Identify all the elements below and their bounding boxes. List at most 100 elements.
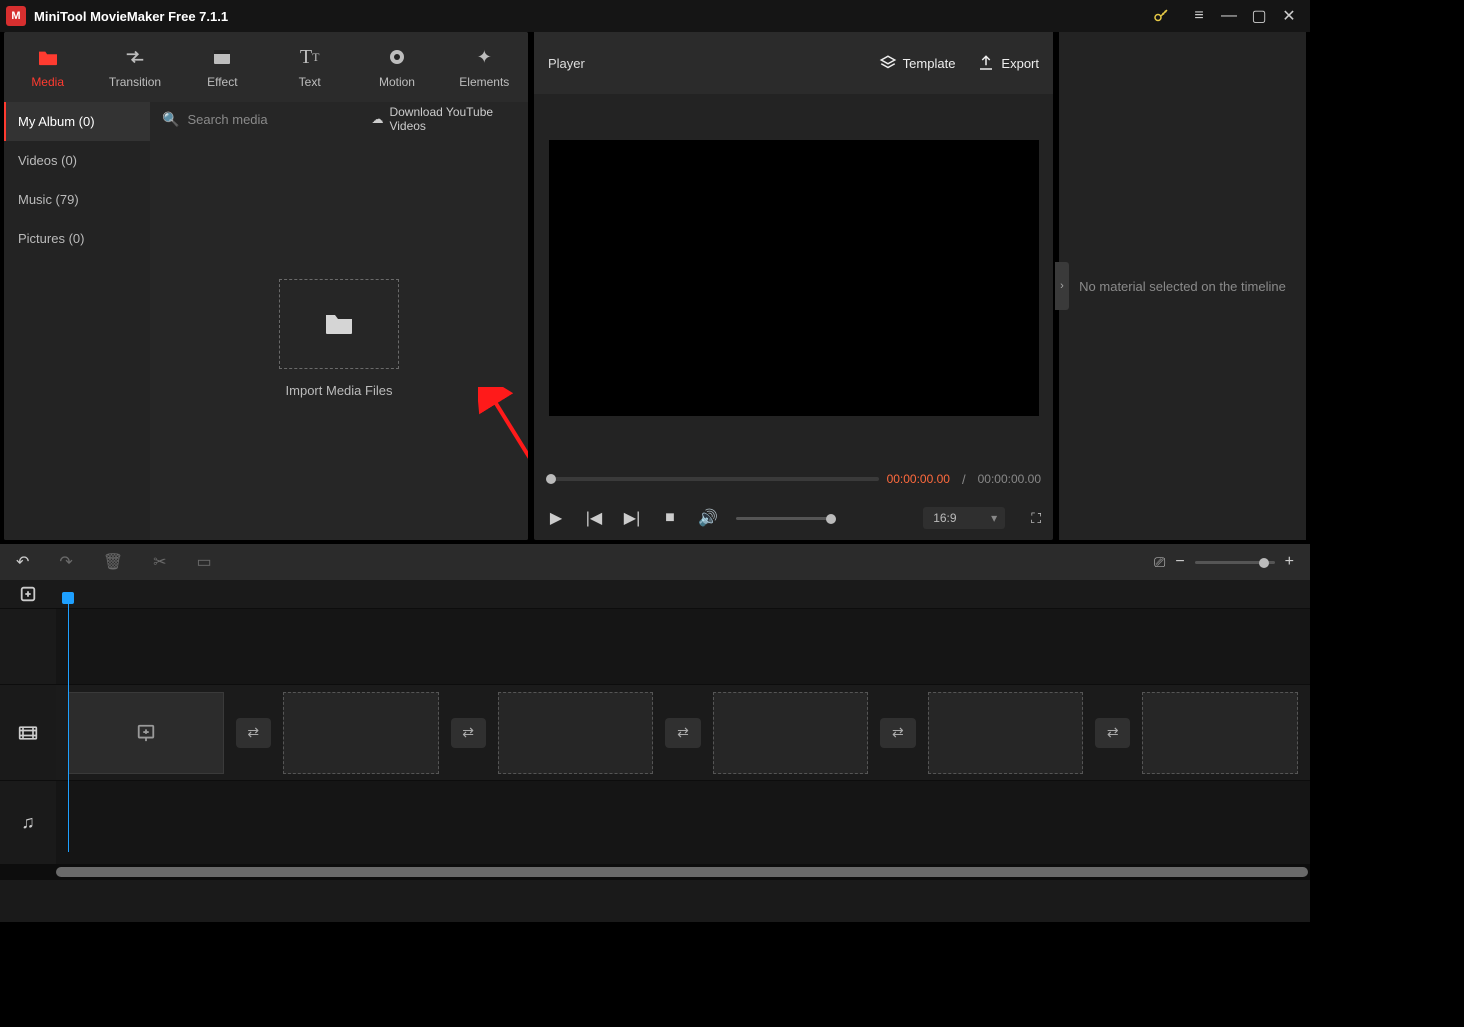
zoom-in-button[interactable]: + (1285, 553, 1294, 571)
insert-clip-icon (135, 723, 157, 743)
clip-slot[interactable] (713, 692, 869, 774)
minimize-button[interactable]: — (1214, 7, 1244, 25)
transition-slot[interactable]: ⇄ (1095, 718, 1130, 748)
crop-button[interactable]: ▭ (197, 552, 212, 572)
folder-icon (324, 312, 354, 336)
tab-effect-label: Effect (207, 75, 237, 89)
tab-effect[interactable]: Effect (179, 32, 266, 102)
properties-panel: › No material selected on the timeline (1059, 32, 1306, 540)
undo-button[interactable]: ↶ (16, 552, 29, 572)
transition-slot[interactable]: ⇄ (236, 718, 271, 748)
collapse-properties-button[interactable]: › (1055, 262, 1069, 310)
search-input[interactable] (187, 112, 363, 127)
delete-button[interactable]: 🗑 (103, 552, 123, 572)
titlebar: M MiniTool MovieMaker Free 7.1.1 ≡ — ▢ ✕ (0, 0, 1310, 32)
next-frame-button[interactable]: ▶| (622, 508, 642, 528)
search-icon: 🔍 (162, 111, 179, 128)
scrollbar-thumb[interactable] (56, 867, 1308, 877)
player-panel: Player Template Export 00:00:00.00 (534, 32, 1053, 540)
import-media-dropzone[interactable] (279, 279, 399, 369)
export-label: Export (1001, 56, 1039, 71)
player-scrubber: 00:00:00.00 / 00:00:00.00 (534, 462, 1053, 496)
media-area: 🔍 ☁ Download YouTube Videos (150, 102, 528, 540)
zoom-handle[interactable] (1259, 558, 1269, 568)
fullscreen-button[interactable]: ⛶ (1031, 510, 1041, 527)
zoom-out-button[interactable]: − (1175, 553, 1184, 571)
media-panel: Media Transition Effect TT Text Motion (4, 32, 528, 540)
timeline-ruler[interactable] (56, 580, 1310, 608)
tab-transition[interactable]: Transition (91, 32, 178, 102)
video-track: ⇄ ⇄ ⇄ ⇄ ⇄ (0, 684, 1310, 780)
time-current: 00:00:00.00 (887, 472, 950, 486)
prev-frame-button[interactable]: |◀ (584, 508, 604, 528)
text-icon: TT (300, 45, 320, 69)
zoom-fit-button[interactable]: ⎚ (1154, 554, 1165, 571)
maximize-button[interactable]: ▢ (1244, 6, 1274, 26)
sidebar-item-pictures[interactable]: Pictures (0) (4, 219, 150, 258)
clip-slot[interactable] (68, 692, 224, 774)
export-icon (977, 54, 995, 72)
player-header: Player Template Export (534, 32, 1053, 94)
timeline-toolbar: ↶ ↷ 🗑 ✂ ▭ ⎚ − + (0, 544, 1310, 580)
close-button[interactable]: ✕ (1274, 6, 1304, 26)
player-title: Player (548, 56, 585, 71)
download-youtube-label: Download YouTube Videos (389, 105, 516, 133)
template-label: Template (903, 56, 956, 71)
video-track-icon (0, 685, 56, 780)
split-button[interactable]: ✂ (153, 552, 166, 572)
clip-slot[interactable] (498, 692, 654, 774)
tab-text[interactable]: TT Text (266, 32, 353, 102)
clip-slot[interactable] (1142, 692, 1298, 774)
upgrade-key-icon[interactable] (1152, 7, 1170, 25)
audio-track-icon: ♫ (0, 781, 56, 864)
import-media-label: Import Media Files (286, 383, 393, 398)
aspect-ratio-select[interactable]: 16:9 (923, 507, 1005, 529)
scrub-handle[interactable] (546, 474, 556, 484)
clip-slot[interactable] (928, 692, 1084, 774)
audio-track: ♫ (0, 780, 1310, 864)
player-controls: ▶ |◀ ▶| ■ 🔊 16:9 ⛶ (534, 496, 1053, 540)
play-button[interactable]: ▶ (546, 508, 566, 528)
volume-icon[interactable]: 🔊 (698, 508, 718, 528)
sidebar-item-music[interactable]: Music (79) (4, 180, 150, 219)
elements-icon: ✦ (477, 45, 492, 69)
cloud-download-icon: ☁ (371, 112, 383, 126)
folder-icon (37, 45, 59, 69)
transition-slot[interactable]: ⇄ (451, 718, 486, 748)
redo-button[interactable]: ↷ (59, 552, 72, 572)
effect-icon (212, 45, 232, 69)
transition-slot[interactable]: ⇄ (665, 718, 700, 748)
zoom-slider[interactable] (1195, 561, 1275, 564)
volume-slider[interactable] (736, 517, 836, 520)
tab-media-label: Media (31, 75, 64, 89)
scrub-track[interactable] (546, 477, 879, 481)
transition-icon (124, 45, 146, 69)
timeline-scrollbar[interactable] (0, 864, 1310, 880)
sidebar-item-videos[interactable]: Videos (0) (4, 141, 150, 180)
no-selection-label: No material selected on the timeline (1079, 279, 1286, 294)
aspect-ratio-value: 16:9 (933, 511, 956, 525)
playhead[interactable] (68, 602, 69, 852)
media-sidebar: My Album (0) Videos (0) Music (79) Pictu… (4, 102, 150, 540)
volume-handle[interactable] (826, 514, 836, 524)
time-total: 00:00:00.00 (978, 472, 1041, 486)
timeline: ⇄ ⇄ ⇄ ⇄ ⇄ ♫ (0, 580, 1310, 922)
download-youtube-button[interactable]: ☁ Download YouTube Videos (371, 105, 516, 133)
stop-button[interactable]: ■ (660, 509, 680, 527)
tab-media[interactable]: Media (4, 32, 91, 102)
menu-button[interactable]: ≡ (1184, 7, 1214, 25)
tab-motion[interactable]: Motion (353, 32, 440, 102)
app-logo: M (6, 6, 26, 26)
transition-slot[interactable]: ⇄ (880, 718, 915, 748)
tab-motion-label: Motion (379, 75, 415, 89)
layers-icon (879, 54, 897, 72)
template-button[interactable]: Template (879, 54, 956, 72)
tab-transition-label: Transition (109, 75, 161, 89)
tab-elements-label: Elements (459, 75, 509, 89)
export-button[interactable]: Export (977, 54, 1039, 72)
tab-elements[interactable]: ✦ Elements (441, 32, 528, 102)
sidebar-item-my-album[interactable]: My Album (0) (4, 102, 150, 141)
clip-slot[interactable] (283, 692, 439, 774)
add-track-button[interactable] (0, 580, 56, 608)
main-tabs: Media Transition Effect TT Text Motion (4, 32, 528, 102)
